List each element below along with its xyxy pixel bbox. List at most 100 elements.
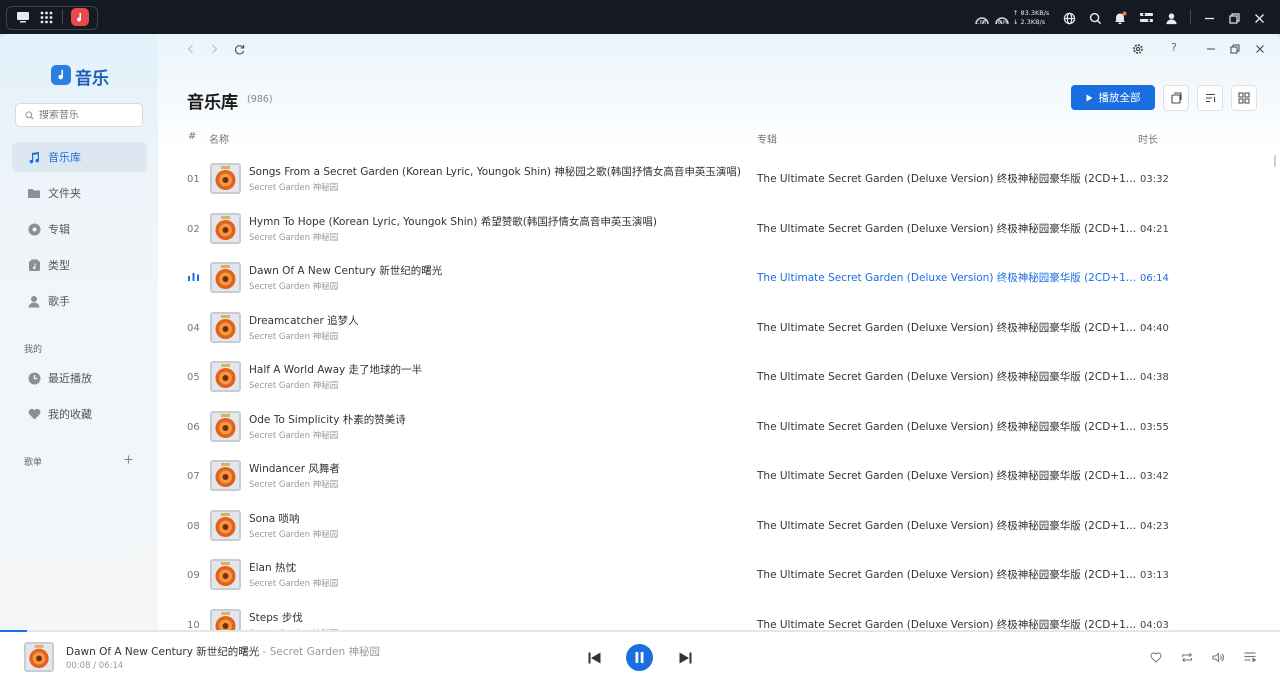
track-title: Hymn To Hope (Korean Lyric, Youngok Shin…: [249, 215, 657, 228]
track-album[interactable]: The Ultimate Secret Garden (Deluxe Versi…: [757, 353, 1137, 402]
window-minimize-icon[interactable]: [1204, 42, 1218, 56]
net-upload-rate: ↑ 83.3KB/s: [1013, 9, 1050, 17]
progress-track[interactable]: [0, 630, 1280, 632]
track-title: Elan 热忱: [249, 562, 296, 574]
music-app-taskbar-icon[interactable]: [71, 8, 89, 26]
track-row[interactable]: 10Steps 步伐Secret Garden 神秘园The Ultimate …: [158, 601, 1280, 632]
column-header-album[interactable]: 专辑: [757, 131, 777, 146]
nav-albums[interactable]: 专辑: [12, 214, 147, 244]
track-album[interactable]: The Ultimate Secret Garden (Deluxe Versi…: [757, 452, 1137, 501]
track-title: Ode To Simplicity 朴素的赞美诗: [249, 413, 406, 426]
track-artist[interactable]: Secret Garden 神秘园: [249, 280, 338, 292]
notification-bell-icon[interactable]: [1111, 9, 1129, 27]
sort-list-icon: [1205, 93, 1216, 103]
track-row[interactable]: 07 Windancer 风舞者 Secret Garden 神秘园 The Ulti…: [158, 452, 1280, 501]
settings-gear-icon[interactable]: [1131, 42, 1145, 56]
track-row[interactable]: Dawn Of A New Century 新世纪的曙光 Secret Garde…: [158, 254, 1280, 303]
track-album[interactable]: The Ultimate Secret Garden (Deluxe Versi…: [757, 205, 1137, 254]
track-album[interactable]: The Ultimate Secret Garden (Deluxe Versi…: [757, 304, 1137, 353]
volume-icon[interactable]: [1210, 649, 1226, 665]
track-artist[interactable]: Secret Garden 神秘园: [249, 478, 338, 490]
refresh-icon[interactable]: [232, 42, 246, 56]
track-album[interactable]: The Ultimate Secret Garden (Deluxe Versi…: [757, 155, 1137, 204]
track-artist[interactable]: Secret Garden 神秘园: [249, 528, 338, 540]
track-row[interactable]: 01 Songs From a Secret Garden (Korean Lyr…: [158, 155, 1280, 204]
user-account-icon[interactable]: [1162, 9, 1180, 27]
column-header-name[interactable]: 名称: [209, 131, 229, 146]
genre-icon: [24, 259, 44, 272]
search-input[interactable]: [39, 109, 134, 121]
track-row[interactable]: 04 Dreamcatcher 追梦人 Secret Garden 神秘园 The U…: [158, 304, 1280, 353]
track-artist[interactable]: Secret Garden 神秘园: [249, 181, 338, 193]
nav-genres[interactable]: 类型: [12, 250, 147, 280]
nav-singers[interactable]: 歌手: [12, 286, 147, 316]
column-header-duration[interactable]: 时长: [1138, 131, 1158, 146]
nav-favorites[interactable]: 我的收藏: [12, 399, 147, 429]
main-content: ? 音乐库 (986) 播放全部 # 名称 专辑 时长 01 Songs Fro…: [158, 34, 1280, 631]
music-app-window: 音乐 音乐库 文件夹 专辑: [0, 34, 1280, 684]
track-index: 06: [187, 421, 200, 433]
track-album[interactable]: The Ultimate Secret Garden (Deluxe Versi…: [757, 551, 1137, 600]
taskbar-minimize-icon[interactable]: [1200, 9, 1218, 27]
track-index: 07: [187, 471, 200, 482]
nav-label: 歌手: [48, 295, 70, 308]
globe-icon[interactable]: [1060, 9, 1078, 27]
album-cover: [210, 163, 241, 194]
next-track-icon[interactable]: [675, 648, 695, 668]
track-duration: 03:42: [1140, 471, 1169, 482]
music-note-icon: [24, 151, 44, 164]
track-album[interactable]: The Ultimate Secret Garden (Deluxe Versi…: [757, 254, 1137, 303]
folder-icon: [24, 187, 44, 199]
taskbar-restore-icon[interactable]: [1225, 9, 1243, 27]
queue-add-button[interactable]: [1163, 85, 1189, 111]
sort-button[interactable]: [1197, 85, 1223, 111]
track-row[interactable]: 05 Half A World Away 走了地球的一半 Secret Garden…: [158, 353, 1280, 402]
nav-music-library[interactable]: 音乐库: [12, 142, 147, 172]
nav-recently-played[interactable]: 最近播放: [12, 363, 147, 393]
column-header-index: #: [188, 131, 197, 142]
track-artist[interactable]: Secret Garden 神秘园: [249, 330, 338, 342]
nav-folders[interactable]: 文件夹: [12, 178, 147, 208]
track-artist[interactable]: Secret Garden 神秘园: [249, 231, 338, 243]
search-box[interactable]: [15, 103, 143, 127]
track-artist[interactable]: Secret Garden 神秘园: [249, 429, 338, 441]
track-duration: 03:13: [1140, 570, 1169, 581]
nav-label: 最近播放: [48, 372, 92, 385]
taskbar-close-icon[interactable]: [1250, 9, 1268, 27]
search-icon[interactable]: [1086, 9, 1104, 27]
track-row[interactable]: 02 Hymn To Hope (Korean Lyric, Youngok Sh…: [158, 205, 1280, 254]
track-row[interactable]: 09 Elan 热忱 Secret Garden 神秘园 The Ultimate S…: [158, 551, 1280, 600]
album-cover: [210, 509, 241, 541]
window-maximize-icon[interactable]: [1228, 42, 1242, 56]
desktop-icon[interactable]: [14, 9, 32, 25]
help-icon[interactable]: ?: [1167, 41, 1181, 57]
now-playing-cover[interactable]: [24, 642, 54, 672]
window-close-icon[interactable]: [1253, 42, 1267, 56]
control-center-icon[interactable]: [1137, 9, 1155, 27]
app-grid-icon[interactable]: [37, 9, 55, 25]
scrollbar-thumb[interactable]: [1274, 155, 1276, 167]
player-bar: Dawn Of A New Century 新世纪的曙光 - Secret Ga…: [0, 630, 1280, 684]
back-icon[interactable]: [184, 43, 196, 55]
play-all-button[interactable]: 播放全部: [1071, 85, 1155, 110]
track-index: 04: [187, 322, 200, 334]
track-album[interactable]: The Ultimate Secret Garden (Deluxe Versi…: [757, 502, 1137, 551]
mine-section-label: 我的: [24, 345, 43, 355]
favorite-heart-icon[interactable]: [1148, 649, 1164, 665]
track-album[interactable]: The Ultimate Secret Garden (Deluxe Versi…: [757, 403, 1137, 452]
grid-view-button[interactable]: [1231, 85, 1257, 111]
track-album[interactable]: The Ultimate Secret Garden (Deluxe Versi…: [757, 601, 1137, 632]
add-playlist-icon[interactable]: [122, 453, 134, 465]
track-artist[interactable]: Secret Garden 神秘园: [249, 577, 338, 589]
previous-track-icon[interactable]: [584, 648, 604, 668]
track-row[interactable]: 06 Ode To Simplicity 朴素的赞美诗 Secret Garden …: [158, 403, 1280, 452]
pause-button[interactable]: [626, 644, 653, 671]
now-playing-separator: -: [259, 646, 270, 658]
track-row[interactable]: 08 Sona 唢呐 Secret Garden 神秘园 The Ultimate S…: [158, 502, 1280, 551]
playlist-queue-icon[interactable]: [1242, 649, 1258, 665]
forward-icon[interactable]: [208, 43, 220, 55]
track-artist[interactable]: Secret Garden 神秘园: [249, 379, 338, 391]
playlists-section-label: 歌单: [24, 458, 43, 468]
nav-label: 音乐库: [48, 151, 81, 164]
repeat-mode-icon[interactable]: [1179, 649, 1195, 665]
